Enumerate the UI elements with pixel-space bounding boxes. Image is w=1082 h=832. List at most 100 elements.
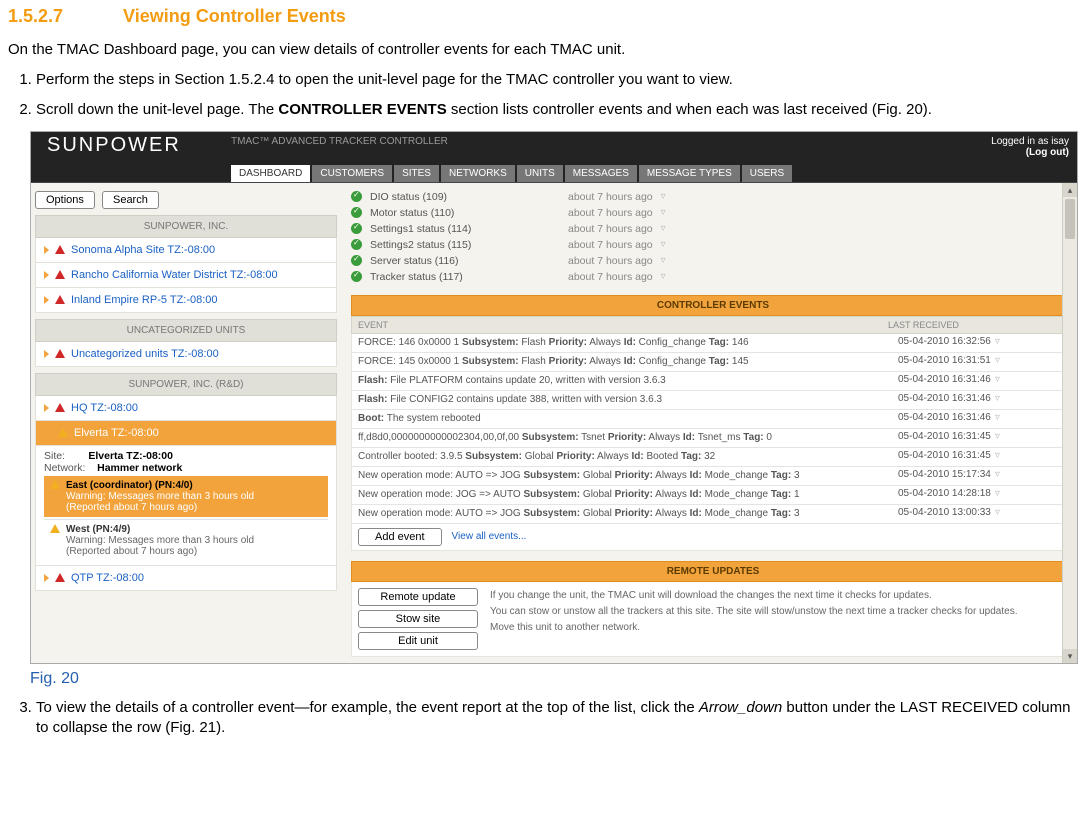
chevron-down-icon bbox=[44, 430, 52, 435]
chevron-down-icon[interactable]: ▿ bbox=[995, 469, 1000, 480]
event-last-received: 05-04-2010 16:32:56 ▿ bbox=[898, 336, 1068, 350]
sidebar-item[interactable]: Sonoma Alpha Site TZ:-08:00 bbox=[35, 238, 337, 263]
step-2: Scroll down the unit-level page. The CON… bbox=[36, 100, 1074, 120]
east-unit-card[interactable]: East (coordinator) (PN:4/0) Warning: Mes… bbox=[44, 476, 328, 517]
nav-tab[interactable]: CUSTOMERS bbox=[312, 165, 392, 182]
chevron-right-icon bbox=[44, 350, 49, 358]
event-row: Controller booted: 3.9.5 Subsystem: Glob… bbox=[351, 448, 1075, 467]
event-row: FORCE: 145 0x0000 1 Subsystem: Flash Pri… bbox=[351, 353, 1075, 372]
remote-updates-box: Remote update Stow site Edit unit If you… bbox=[351, 582, 1075, 657]
remote-updates-header: REMOTE UPDATES bbox=[351, 561, 1075, 582]
event-last-received: 05-04-2010 13:00:33 ▿ bbox=[898, 507, 1068, 521]
sidebar-item[interactable]: Uncategorized units TZ:-08:00 bbox=[35, 342, 337, 367]
sidebar-group-header: UNCATEGORIZED UNITS bbox=[35, 319, 337, 342]
alert-icon bbox=[55, 295, 65, 304]
step-1: Perform the steps in Section 1.5.2.4 to … bbox=[36, 70, 1074, 90]
nav-tab[interactable]: MESSAGE TYPES bbox=[639, 165, 740, 182]
event-text: Flash: File CONFIG2 contains update 388,… bbox=[358, 393, 898, 407]
status-row: Settings2 status (115)about 7 hours ago▿ bbox=[351, 237, 1075, 253]
nav-tabs: DASHBOARDCUSTOMERSSITESNETWORKSUNITSMESS… bbox=[231, 165, 792, 182]
chevron-down-icon[interactable]: ▿ bbox=[661, 191, 666, 202]
options-button[interactable]: Options bbox=[35, 191, 95, 209]
sidebar: Options Search SUNPOWER, INC. Sonoma Alp… bbox=[31, 183, 341, 663]
scroll-up-button[interactable]: ▴ bbox=[1063, 183, 1077, 197]
sidebar-item-label: HQ TZ:-08:00 bbox=[71, 402, 138, 414]
stow-site-button[interactable]: Stow site bbox=[358, 610, 478, 628]
chevron-down-icon[interactable]: ▿ bbox=[661, 271, 666, 282]
section-title: Viewing Controller Events bbox=[123, 6, 346, 26]
sidebar-item-selected[interactable]: Elverta TZ:-08:00 bbox=[35, 421, 337, 446]
scrollbar[interactable]: ▴ ▾ bbox=[1062, 183, 1077, 663]
search-button[interactable]: Search bbox=[102, 191, 159, 209]
chevron-down-icon[interactable]: ▿ bbox=[995, 393, 1000, 404]
event-row: New operation mode: AUTO => JOG Subsyste… bbox=[351, 505, 1075, 524]
status-age: about 7 hours ago bbox=[568, 271, 653, 283]
remote-update-button[interactable]: Remote update bbox=[358, 588, 478, 606]
chevron-right-icon bbox=[44, 574, 49, 582]
section-number: 1.5.2.7 bbox=[8, 6, 118, 27]
chevron-down-icon[interactable]: ▿ bbox=[995, 488, 1000, 499]
logout-link[interactable]: (Log out) bbox=[1026, 147, 1069, 158]
event-row: Boot: The system rebooted05-04-2010 16:3… bbox=[351, 410, 1075, 429]
chevron-down-icon[interactable]: ▿ bbox=[995, 336, 1000, 347]
chevron-down-icon[interactable]: ▿ bbox=[661, 239, 666, 250]
warning-icon bbox=[58, 428, 68, 437]
status-row: Server status (116)about 7 hours ago▿ bbox=[351, 253, 1075, 269]
status-label: Settings1 status (114) bbox=[370, 223, 560, 235]
alert-icon bbox=[55, 245, 65, 254]
controller-events-header: CONTROLLER EVENTS bbox=[351, 295, 1075, 316]
nav-tab[interactable]: DASHBOARD bbox=[231, 165, 310, 182]
check-icon bbox=[351, 239, 362, 250]
chevron-down-icon[interactable]: ▿ bbox=[661, 255, 666, 266]
event-row: ff,d8d0,0000000000002304,00,0f,00 Subsys… bbox=[351, 429, 1075, 448]
nav-tab[interactable]: SITES bbox=[394, 165, 439, 182]
chevron-down-icon[interactable]: ▿ bbox=[995, 412, 1000, 423]
scroll-down-button[interactable]: ▾ bbox=[1063, 649, 1077, 663]
event-last-received: 05-04-2010 16:31:46 ▿ bbox=[898, 412, 1068, 426]
sidebar-item[interactable]: QTP TZ:-08:00 bbox=[35, 566, 337, 591]
scroll-thumb[interactable] bbox=[1065, 199, 1075, 239]
chevron-down-icon[interactable]: ▿ bbox=[995, 431, 1000, 442]
events-footer: Add event View all events... bbox=[351, 524, 1075, 551]
view-all-events-link[interactable]: View all events... bbox=[452, 531, 527, 542]
sidebar-item-label: Sonoma Alpha Site TZ:-08:00 bbox=[71, 244, 215, 256]
chevron-down-icon[interactable]: ▿ bbox=[661, 207, 666, 218]
step-3: To view the details of a controller even… bbox=[36, 698, 1074, 739]
edit-unit-button[interactable]: Edit unit bbox=[358, 632, 478, 650]
chevron-down-icon[interactable]: ▿ bbox=[995, 450, 1000, 461]
chevron-down-icon[interactable]: ▿ bbox=[995, 355, 1000, 366]
status-label: Server status (116) bbox=[370, 255, 560, 267]
warning-icon bbox=[50, 524, 60, 533]
alert-icon bbox=[55, 349, 65, 358]
site-info: Site: Elverta TZ:-08:00 Network: Hammer … bbox=[35, 446, 337, 566]
event-text: Controller booted: 3.9.5 Subsystem: Glob… bbox=[358, 450, 898, 464]
nav-tab[interactable]: UNITS bbox=[517, 165, 563, 182]
check-icon bbox=[351, 255, 362, 266]
status-age: about 7 hours ago bbox=[568, 191, 653, 203]
west-unit-card[interactable]: West (PN:4/9) Warning: Messages more tha… bbox=[44, 519, 328, 561]
status-row: Settings1 status (114)about 7 hours ago▿ bbox=[351, 221, 1075, 237]
main-content: DIO status (109)about 7 hours ago▿Motor … bbox=[341, 183, 1077, 663]
event-row: Flash: File CONFIG2 contains update 388,… bbox=[351, 391, 1075, 410]
chevron-down-icon[interactable]: ▿ bbox=[995, 374, 1000, 385]
nav-tab[interactable]: NETWORKS bbox=[441, 165, 515, 182]
check-icon bbox=[351, 191, 362, 202]
alert-icon bbox=[55, 573, 65, 582]
status-age: about 7 hours ago bbox=[568, 239, 653, 251]
event-last-received: 05-04-2010 16:31:45 ▿ bbox=[898, 450, 1068, 464]
chevron-down-icon[interactable]: ▿ bbox=[661, 223, 666, 234]
sidebar-item[interactable]: Rancho California Water District TZ:-08:… bbox=[35, 263, 337, 288]
sidebar-item[interactable]: HQ TZ:-08:00 bbox=[35, 396, 337, 421]
status-label: Tracker status (117) bbox=[370, 271, 560, 283]
event-text: Flash: File PLATFORM contains update 20,… bbox=[358, 374, 898, 388]
nav-tab[interactable]: MESSAGES bbox=[565, 165, 637, 182]
add-event-button[interactable]: Add event bbox=[358, 528, 442, 546]
chevron-right-icon bbox=[44, 404, 49, 412]
alert-icon bbox=[55, 270, 65, 279]
sidebar-item[interactable]: Inland Empire RP-5 TZ:-08:00 bbox=[35, 288, 337, 313]
nav-tab[interactable]: USERS bbox=[742, 165, 792, 182]
intro-text: On the TMAC Dashboard page, you can view… bbox=[8, 41, 1074, 58]
chevron-down-icon[interactable]: ▿ bbox=[995, 507, 1000, 518]
event-row: Flash: File PLATFORM contains update 20,… bbox=[351, 372, 1075, 391]
event-text: FORCE: 145 0x0000 1 Subsystem: Flash Pri… bbox=[358, 355, 898, 369]
